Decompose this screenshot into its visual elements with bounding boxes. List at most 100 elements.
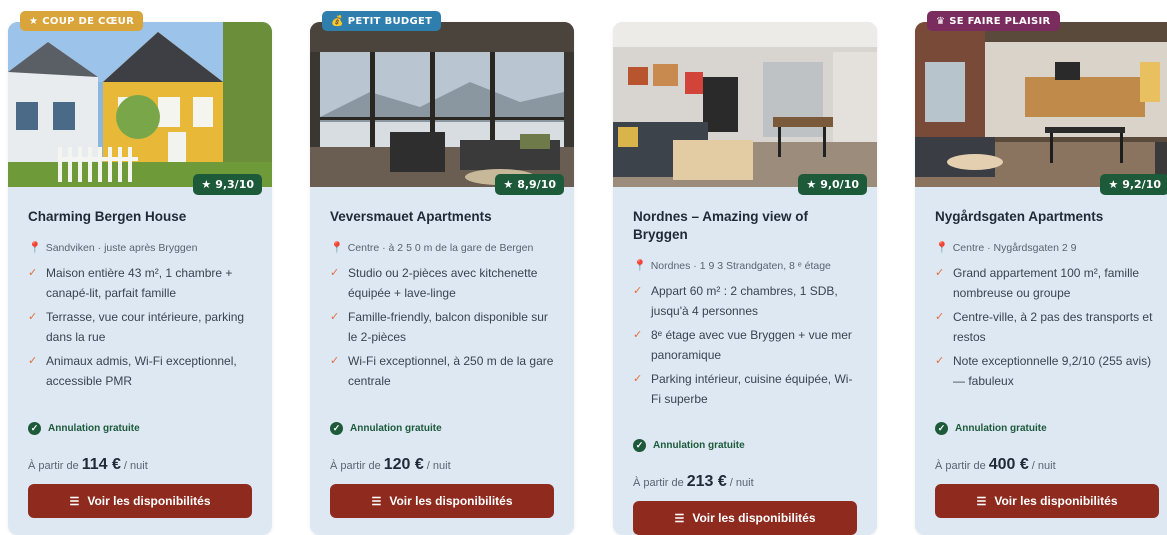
availability-button[interactable]: ☰ Voir les disponibilités: [330, 484, 554, 518]
feature-text: Parking intérieur, cuisine équipée, Wi-F…: [651, 372, 853, 406]
feature-text: Grand appartement 100 m², famille nombre…: [953, 266, 1140, 300]
feature-item: ✓ Wi-Fi exceptionnel, à 250 m de la gare …: [330, 351, 554, 391]
price-prefix: À partir de: [28, 460, 79, 472]
rating-value: 8,9/10: [517, 178, 556, 191]
button-label: Voir les disponibilités: [389, 494, 513, 508]
rating-value: 9,2/10: [1122, 178, 1161, 191]
feature-item: ✓ Animaux admis, Wi-Fi exceptionnel, acce…: [28, 351, 252, 391]
property-photo[interactable]: [8, 22, 272, 187]
check-icon: ✓: [330, 311, 340, 323]
rating-value: 9,3/10: [215, 178, 254, 191]
rating-value: 9,0/10: [820, 178, 859, 191]
property-photo[interactable]: [915, 22, 1167, 187]
badge-se-faire-plaisir: ♛ SE FAIRE PLAISIR: [927, 11, 1060, 31]
location: 📍 Centre · à 2 5 0 m de la gare de Berge…: [330, 241, 554, 255]
feature-list: ✓ Appart 60 m² : 2 chambres, 1 SDB, jusqu…: [633, 281, 857, 409]
availability-button[interactable]: ☰ Voir les disponibilités: [633, 501, 857, 535]
pin-icon: 📍: [935, 242, 949, 254]
star-icon: ★: [1108, 178, 1119, 191]
cancel-text: Annulation gratuite: [653, 440, 745, 451]
check-icon: ✓: [28, 355, 38, 367]
location: 📍 Sandviken · juste après Bryggen: [28, 241, 252, 255]
price: À partir de 120 € / nuit: [330, 456, 451, 474]
price: À partir de 114 € / nuit: [28, 456, 148, 474]
price-amount: 213 €: [686, 473, 727, 490]
price-prefix: À partir de: [633, 477, 684, 489]
price-suffix: / nuit: [729, 477, 754, 489]
check-circle-icon: ✓: [935, 422, 948, 435]
check-icon: ✓: [935, 311, 945, 323]
feature-text: Centre-ville, à 2 pas des transports et …: [953, 310, 1153, 344]
free-cancellation: ✓ Annulation gratuite: [935, 422, 1047, 435]
check-icon: ✓: [633, 373, 643, 385]
price: À partir de 213 € / nuit: [633, 473, 754, 491]
availability-button[interactable]: ☰ Voir les disponibilités: [28, 484, 252, 518]
money-bag-icon: 💰: [331, 15, 344, 27]
property-title[interactable]: Charming Bergen House: [28, 208, 252, 226]
badge-petit-budget: 💰 PETIT BUDGET: [322, 11, 442, 31]
feature-item: ✓ Studio ou 2-pièces avec kitchenette équ…: [330, 263, 554, 303]
location: 📍 Centre · Nygårdsgaten 2 9: [935, 241, 1159, 255]
star-icon: ★: [201, 178, 212, 191]
feature-text: Terrasse, vue cour intérieure, parking d…: [46, 310, 245, 344]
list-icon: ☰: [674, 512, 685, 525]
list-icon: ☰: [69, 495, 80, 508]
check-icon: ✓: [935, 267, 945, 279]
feature-text: 8ᵉ étage avec vue Bryggen + vue mer pano…: [651, 328, 852, 362]
feature-item: ✓ Maison entière 43 m², 1 chambre + canap…: [28, 263, 252, 303]
feature-text: Maison entière 43 m², 1 chambre + canapé…: [46, 266, 233, 300]
free-cancellation: ✓ Annulation gratuite: [330, 422, 442, 435]
check-icon: ✓: [28, 267, 38, 279]
star-icon: ★: [806, 178, 817, 191]
price: À partir de 400 € / nuit: [935, 456, 1056, 474]
check-icon: ✓: [330, 267, 340, 279]
free-cancellation: ✓ Annulation gratuite: [28, 422, 140, 435]
check-icon: ✓: [633, 329, 643, 341]
feature-item: ✓ Note exceptionnelle 9,2/10 (255 avis) —…: [935, 351, 1159, 391]
availability-button[interactable]: ☰ Voir les disponibilités: [935, 484, 1159, 518]
property-title[interactable]: Nygårdsgaten Apartments: [935, 208, 1159, 226]
list-icon: ☰: [371, 495, 382, 508]
property-title[interactable]: Nordnes – Amazing view of Bryggen: [633, 208, 857, 244]
location: 📍 Nordnes · 1 9 3 Strandgaten, 8 ᵉ étage: [633, 259, 857, 273]
location-text: Sandviken · juste après Bryggen: [45, 241, 198, 254]
feature-text: Animaux admis, Wi-Fi exceptionnel, acces…: [46, 354, 237, 388]
price-suffix: / nuit: [426, 460, 451, 472]
property-photo[interactable]: [613, 22, 877, 187]
rating-badge: ★ 9,3/10: [193, 174, 262, 195]
cancel-text: Annulation gratuite: [955, 423, 1047, 434]
star-icon: ★: [29, 15, 39, 27]
check-icon: ✓: [28, 311, 38, 323]
cancel-text: Annulation gratuite: [48, 423, 140, 434]
badge-label: COUP DE CŒUR: [42, 15, 135, 27]
feature-text: Studio ou 2-pièces avec kitchenette équi…: [348, 266, 538, 300]
rating-badge: ★ 9,0/10: [798, 174, 867, 195]
price-amount: 120 €: [383, 456, 424, 473]
property-photo[interactable]: [310, 22, 574, 187]
list-icon: ☰: [976, 495, 987, 508]
check-icon: ✓: [330, 355, 340, 367]
check-circle-icon: ✓: [633, 439, 646, 452]
badge-label: SE FAIRE PLAISIR: [949, 15, 1051, 27]
feature-item: ✓ Terrasse, vue cour intérieure, parking …: [28, 307, 252, 347]
location-text: Centre · Nygårdsgaten 2 9: [952, 241, 1077, 254]
feature-list: ✓ Studio ou 2-pièces avec kitchenette équ…: [330, 263, 554, 391]
rating-badge: ★ 9,2/10: [1100, 174, 1167, 195]
feature-item: ✓ Parking intérieur, cuisine équipée, Wi-…: [633, 369, 857, 409]
property-card: ★ COUP DE CŒUR ★ 9,3/10 Charming Bergen …: [8, 11, 272, 535]
feature-item: ✓ Famille-friendly, balcon disponible sur…: [330, 307, 554, 347]
crown-icon: ♛: [936, 15, 946, 27]
price-amount: 400 €: [988, 456, 1029, 473]
feature-item: ✓ Centre-ville, à 2 pas des transports et…: [935, 307, 1159, 347]
cancel-text: Annulation gratuite: [350, 423, 442, 434]
star-icon: ★: [503, 178, 514, 191]
price-suffix: / nuit: [123, 460, 148, 472]
button-label: Voir les disponibilités: [692, 511, 816, 525]
check-icon: ✓: [633, 285, 643, 297]
badge-label: PETIT BUDGET: [347, 15, 433, 27]
button-label: Voir les disponibilités: [994, 494, 1118, 508]
feature-item: ✓ 8ᵉ étage avec vue Bryggen + vue mer pan…: [633, 325, 857, 365]
feature-item: ✓ Appart 60 m² : 2 chambres, 1 SDB, jusqu…: [633, 281, 857, 321]
price-prefix: À partir de: [935, 460, 986, 472]
property-title[interactable]: Veversmauet Apartments: [330, 208, 554, 226]
